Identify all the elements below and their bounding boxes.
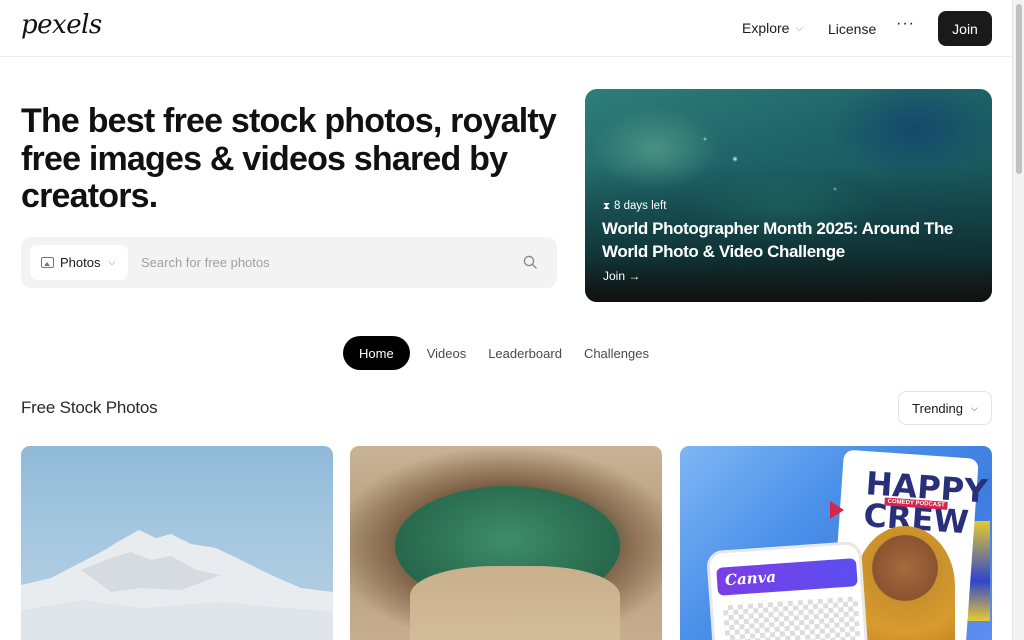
search-type-dropdown[interactable]: Photos ⌵ (30, 245, 128, 280)
chevron-down-icon: ⌵ (971, 402, 978, 413)
join-button[interactable]: Join (938, 11, 992, 46)
phone-mockup: Canva (706, 540, 869, 640)
license-link[interactable]: License (828, 21, 876, 37)
explore-label: Explore (742, 20, 790, 36)
search-icon[interactable] (523, 255, 537, 269)
challenge-join-link[interactable]: Join → (603, 269, 640, 283)
pexels-logo[interactable]: pexels (21, 10, 102, 40)
poster-flag-shape (830, 501, 844, 519)
pool-shore (410, 566, 620, 640)
mountain-shape (21, 530, 333, 640)
tab-home[interactable]: Home (343, 336, 410, 370)
explore-menu[interactable]: Explore ⌵ (742, 20, 803, 36)
challenge-card[interactable]: ⧗ 8 days left World Photographer Month 2… (585, 89, 992, 302)
hero-title: The best free stock photos, royalty free… (21, 102, 557, 215)
days-left-text: 8 days left (614, 200, 667, 212)
more-icon[interactable]: ··· (896, 15, 915, 33)
content-tabs: Home Videos Leaderboard Challenges (343, 336, 660, 370)
search-bar: Photos ⌵ (21, 237, 557, 288)
challenge-title: World Photographer Month 2025: Around Th… (602, 219, 953, 261)
image-icon (41, 257, 54, 268)
tab-challenges[interactable]: Challenges (573, 336, 660, 370)
sort-dropdown[interactable]: Trending ⌵ (898, 391, 992, 425)
chevron-down-icon: ⌵ (795, 22, 804, 34)
tab-videos[interactable]: Videos (416, 336, 478, 370)
tab-leaderboard[interactable]: Leaderboard (477, 336, 573, 370)
page-scrollbar[interactable] (1012, 0, 1024, 640)
search-type-label: Photos (60, 255, 101, 270)
phone-image-placeholder (722, 596, 862, 640)
challenge-countdown: ⧗ 8 days left (603, 200, 666, 212)
top-navbar: pexels Explore ⌵ License ··· Join (0, 0, 1012, 57)
smiling-person (855, 526, 955, 640)
photo-sinkhole-pool[interactable] (350, 446, 662, 640)
photo-snow-mountain[interactable] (21, 446, 333, 640)
hourglass-icon: ⧗ (603, 200, 611, 212)
chevron-down-icon: ⌵ (108, 257, 116, 267)
challenge-image-overlay (585, 89, 992, 302)
scrollbar-thumb[interactable] (1016, 4, 1022, 174)
search-input[interactable] (141, 245, 511, 280)
canva-logo: Canva (724, 567, 777, 590)
photo-canva-ad[interactable]: HAPPY CREW COMEDY PODCAST Canva (680, 446, 992, 640)
sort-label: Trending (912, 400, 963, 416)
section-title: Free Stock Photos (21, 398, 158, 417)
